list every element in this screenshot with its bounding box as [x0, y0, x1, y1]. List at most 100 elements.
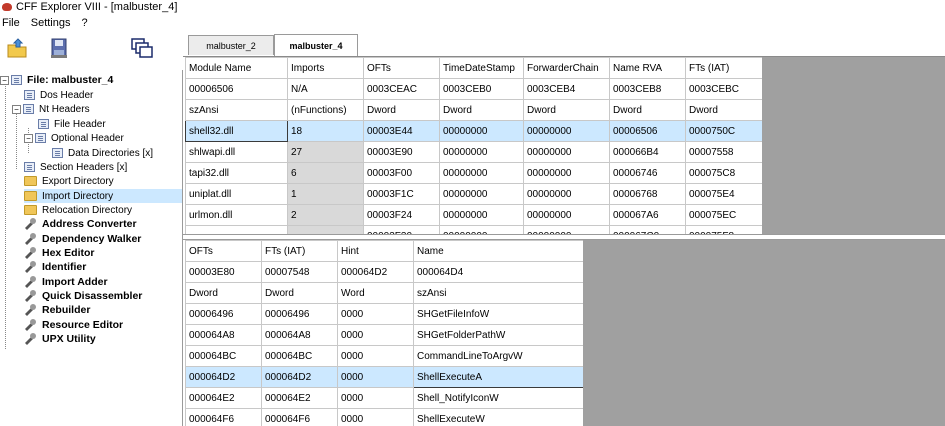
cell[interactable]: 00000000	[439, 183, 524, 205]
cell[interactable]: 000075E4	[685, 183, 762, 205]
cell[interactable]: 00000000	[439, 162, 524, 184]
function-name-cell[interactable]: Shell_NotifyIconW	[413, 387, 583, 409]
save-file-button[interactable]	[48, 37, 72, 61]
col-header-fts-iat[interactable]: FTs (IAT)	[685, 57, 762, 79]
table-row[interactable]: 000064A8 000064A8 0000 SHGetFolderPathW	[185, 324, 583, 346]
table-row[interactable]: 00003F30 00000000 00000000 000067C0 0000…	[185, 225, 762, 234]
cell[interactable]: 00003F1C	[363, 183, 440, 205]
table-row[interactable]: 000064E2 000064E2 0000 Shell_NotifyIconW	[185, 387, 583, 409]
cell[interactable]: 0000	[337, 366, 414, 388]
col-header-imports[interactable]: Imports	[287, 57, 364, 79]
cell[interactable]: 00006746	[609, 162, 686, 184]
cell[interactable]: 6	[287, 162, 364, 184]
cell[interactable]: 00003F24	[363, 204, 440, 226]
tree-item-data-directories[interactable]: Data Directories [x]	[52, 146, 155, 160]
col-header-timedatestamp[interactable]: TimeDateStamp	[439, 57, 524, 79]
table-row[interactable]: uniplat.dll 1 00003F1C 00000000 00000000…	[185, 183, 762, 205]
function-name-cell[interactable]: CommandLineToArgvW	[413, 345, 583, 367]
table-row[interactable]: 000064BC 000064BC 0000 CommandLineToArgv…	[185, 345, 583, 367]
cell[interactable]: 0000750C	[685, 120, 762, 142]
tree-tool-resource-editor[interactable]: Resource Editor	[24, 318, 125, 332]
cell[interactable]: 0000	[337, 345, 414, 367]
menu-file[interactable]: File	[0, 17, 29, 29]
tab-malbuster-4[interactable]: malbuster_4	[274, 34, 358, 56]
table-row[interactable]: shell32.dll 18 00003E44 00000000 0000000…	[185, 120, 762, 142]
cell[interactable]: 000064F6	[261, 408, 338, 426]
cell[interactable]: 00007558	[685, 141, 762, 163]
cell[interactable]: 000064D2	[261, 366, 338, 388]
table-row[interactable]: 000064F6 000064F6 0000 ShellExecuteW	[185, 408, 583, 426]
cell[interactable]: 1	[287, 183, 364, 205]
cell[interactable]: 000064BC	[185, 345, 262, 367]
cell[interactable]: 000064D2	[185, 366, 262, 388]
cell[interactable]: 00000000	[523, 120, 610, 142]
cell[interactable]	[287, 225, 364, 234]
col-header-name-rva[interactable]: Name RVA	[609, 57, 686, 79]
cell[interactable]: 00000000	[439, 225, 524, 234]
cell[interactable]: 000064A8	[185, 324, 262, 346]
cell[interactable]: 0000	[337, 303, 414, 325]
cell[interactable]: 00000000	[523, 162, 610, 184]
cell[interactable]: 00000000	[523, 141, 610, 163]
function-name-cell[interactable]: ShellExecuteW	[413, 408, 583, 426]
col-header-forwarderchain[interactable]: ForwarderChain	[523, 57, 610, 79]
cell[interactable]: 000064BC	[261, 345, 338, 367]
open-file-button[interactable]	[6, 37, 30, 61]
cell[interactable]: 00000000	[439, 120, 524, 142]
tree-tool-hex-editor[interactable]: Hex Editor	[24, 246, 97, 260]
cell[interactable]: 000075C8	[685, 162, 762, 184]
windows-button[interactable]	[130, 37, 154, 61]
cell[interactable]: 0000	[337, 408, 414, 426]
tree-item-dos-header[interactable]: Dos Header	[24, 88, 95, 102]
table-row[interactable]: 00006496 00006496 0000 SHGetFileInfoW	[185, 303, 583, 325]
cell[interactable]: 000075EC	[685, 204, 762, 226]
collapse-icon[interactable]: −	[12, 104, 21, 114]
cell[interactable]: 0000	[337, 387, 414, 409]
cell[interactable]: 00000000	[439, 141, 524, 163]
tree-item-nt-headers[interactable]: − Nt Headers	[12, 102, 92, 116]
module-name-cell[interactable]: uniplat.dll	[185, 183, 288, 205]
tab-malbuster-2[interactable]: malbuster_2	[188, 35, 274, 55]
cell[interactable]: 000064E2	[185, 387, 262, 409]
col-header-fts-iat[interactable]: FTs (IAT)	[261, 240, 338, 262]
tree-tool-identifier[interactable]: Identifier	[24, 260, 88, 274]
tree-tool-address-converter[interactable]: Address Converter	[24, 217, 139, 231]
table-row[interactable]: shlwapi.dll 27 00003E90 00000000 0000000…	[185, 141, 762, 163]
module-name-cell[interactable]: shlwapi.dll	[185, 141, 288, 163]
module-name-cell[interactable]	[185, 225, 288, 234]
cell[interactable]: 2	[287, 204, 364, 226]
cell[interactable]: 18	[287, 120, 364, 142]
cell[interactable]: 000067A6	[609, 204, 686, 226]
cell[interactable]: 000066B4	[609, 141, 686, 163]
cell[interactable]: 27	[287, 141, 364, 163]
tree-tool-rebuilder[interactable]: Rebuilder	[24, 303, 92, 317]
tree-tool-dependency-walker[interactable]: Dependency Walker	[24, 232, 143, 246]
cell[interactable]: 000075F8	[685, 225, 762, 234]
cell[interactable]: 00003E44	[363, 120, 440, 142]
cell[interactable]: 00003E90	[363, 141, 440, 163]
module-name-cell[interactable]: urlmon.dll	[185, 204, 288, 226]
col-header-name[interactable]: Name	[413, 240, 583, 262]
cell[interactable]: 000064F6	[185, 408, 262, 426]
function-name-cell[interactable]: SHGetFileInfoW	[413, 303, 583, 325]
tree-item-file-header[interactable]: File Header	[38, 117, 108, 131]
tree-root-file[interactable]: − File: malbuster_4	[0, 73, 115, 87]
cell[interactable]: 00000000	[523, 204, 610, 226]
collapse-icon[interactable]: −	[0, 75, 9, 85]
col-header-module-name[interactable]: Module Name	[185, 57, 288, 79]
cell[interactable]: 000064E2	[261, 387, 338, 409]
tree-item-export-directory[interactable]: Export Directory	[24, 174, 116, 188]
menu-help[interactable]: ?	[79, 17, 96, 29]
cell[interactable]: 00006496	[185, 303, 262, 325]
cell[interactable]: 00003F30	[363, 225, 440, 234]
tree-item-import-directory[interactable]: Import Directory	[24, 189, 182, 203]
module-name-cell[interactable]: tapi32.dll	[185, 162, 288, 184]
cell[interactable]: 00006496	[261, 303, 338, 325]
tree-tool-upx-utility[interactable]: UPX Utility	[24, 332, 98, 346]
tree-tool-import-adder[interactable]: Import Adder	[24, 275, 110, 289]
tree-tool-quick-disassembler[interactable]: Quick Disassembler	[24, 289, 144, 303]
function-name-cell[interactable]: ShellExecuteA	[413, 366, 583, 388]
cell[interactable]: 00006506	[609, 120, 686, 142]
col-header-hint[interactable]: Hint	[337, 240, 414, 262]
menu-settings[interactable]: Settings	[29, 17, 80, 29]
